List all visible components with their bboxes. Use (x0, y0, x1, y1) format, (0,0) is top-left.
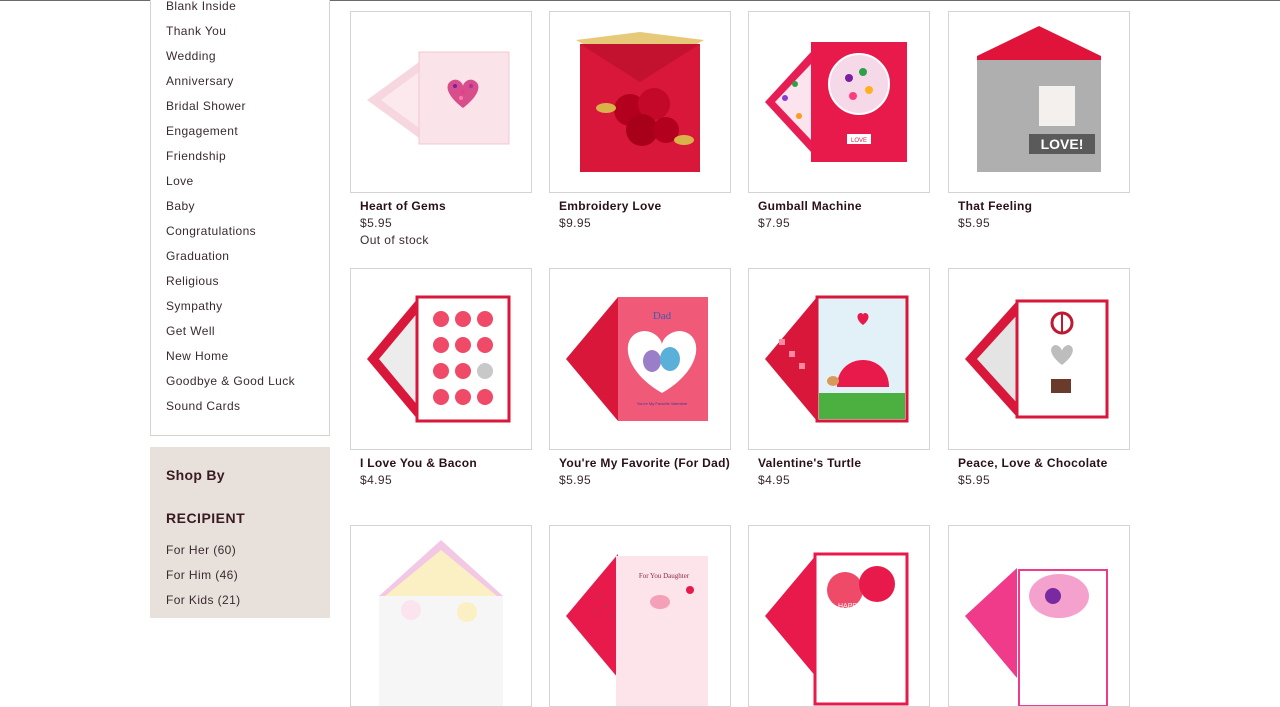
product-image-peace-love-chocolate[interactable] (948, 268, 1130, 450)
product-image-i-love-you-bacon[interactable] (350, 268, 532, 450)
product-image[interactable]: For You Daughter (549, 525, 731, 707)
recipient-link-for-him[interactable]: For Him (46) (166, 568, 241, 593)
category-link-sound-cards[interactable]: Sound Cards (166, 398, 295, 423)
turtle-card-icon (765, 295, 909, 423)
category-list: Blank Inside Thank You Wedding Anniversa… (166, 0, 295, 423)
category-link-baby[interactable]: Baby (166, 198, 295, 223)
owls-heart-card-icon: Dad You're My Favorite Valentine (566, 297, 708, 421)
product-name[interactable]: Heart of Gems (350, 199, 532, 213)
recipient-link-for-her[interactable]: For Her (60) (166, 543, 241, 568)
recipient-link-for-kids[interactable]: For Kids (21) (166, 593, 241, 618)
product-image[interactable] (948, 525, 1130, 707)
product-price: $5.95 (360, 216, 393, 230)
recipient-list: For Her (60) For Him (46) For Kids (21) (166, 543, 241, 618)
product-image-gumball-machine[interactable]: LOVE (748, 11, 930, 193)
pink-envelope-gem-heart-card-icon (367, 51, 510, 145)
card-love-label: LOVE (851, 138, 867, 144)
happy-vday-card-icon: HAPPY V DAY (765, 552, 909, 706)
card-happy-vday: HAPPY V DAY (838, 603, 884, 610)
category-link-religious[interactable]: Religious (166, 273, 295, 298)
card-daughter-text: For You Daughter (639, 572, 690, 580)
category-link-get-well[interactable]: Get Well (166, 323, 295, 348)
product-price: $5.95 (958, 473, 991, 487)
photo-love-card-icon: LOVE! (977, 26, 1101, 172)
product-card: LOVE! That Feeling $5.95 (948, 11, 1130, 230)
gumball-machine-card-icon: LOVE (765, 42, 907, 162)
category-link-sympathy[interactable]: Sympathy (166, 298, 295, 323)
product-price: $5.95 (958, 216, 991, 230)
category-link-graduation[interactable]: Graduation (166, 248, 295, 273)
category-link-friendship[interactable]: Friendship (166, 148, 295, 173)
category-link-goodbye-good-luck[interactable]: Goodbye & Good Luck (166, 373, 295, 398)
product-price: $4.95 (758, 473, 791, 487)
product-image-heart-of-gems[interactable] (350, 11, 532, 193)
product-image-valentines-turtle[interactable] (748, 268, 930, 450)
product-image-embroidery-love[interactable] (549, 11, 731, 193)
category-link-blank-inside[interactable]: Blank Inside (166, 0, 295, 23)
product-price: $9.95 (559, 216, 592, 230)
product-image-that-feeling[interactable]: LOVE! (948, 11, 1130, 193)
product-name[interactable]: I Love You & Bacon (350, 456, 532, 470)
product-card: I Love You & Bacon $4.95 (350, 268, 532, 487)
category-link-love[interactable]: Love (166, 173, 295, 198)
yellow-envelope-card-icon (379, 540, 503, 706)
category-link-congratulations[interactable]: Congratulations (166, 223, 295, 248)
stock-status: Out of stock (360, 233, 429, 247)
red-envelope-roses-card-icon (576, 32, 704, 172)
product-card: Valentine's Turtle $4.95 (748, 268, 930, 487)
top-border (329, 0, 1280, 1)
category-link-wedding[interactable]: Wedding (166, 48, 295, 73)
product-card (948, 525, 1130, 707)
product-card: LOVE Gumball Machine $7.95 (748, 11, 930, 230)
product-price: $5.95 (559, 473, 592, 487)
shop-by-heading: Shop By (166, 467, 225, 483)
daughter-bird-card-icon: For You Daughter (566, 554, 708, 706)
product-card: Peace, Love & Chocolate $5.95 (948, 268, 1130, 487)
product-card: HAPPY V DAY (748, 525, 930, 707)
hearts-grid-card-icon (367, 295, 511, 423)
product-card: Embroidery Love $9.95 (549, 11, 731, 230)
category-link-bridal-shower[interactable]: Bridal Shower (166, 98, 295, 123)
card-love-sign: LOVE! (1041, 136, 1084, 152)
product-name[interactable]: Valentine's Turtle (748, 456, 930, 470)
product-image-youre-my-favorite[interactable]: Dad You're My Favorite Valentine (549, 268, 731, 450)
category-sidebar: Blank Inside Thank You Wedding Anniversa… (150, 0, 330, 436)
shop-by-panel: Shop By RECIPIENT For Her (60) For Him (… (150, 447, 330, 618)
product-name[interactable]: You're My Favorite (For Dad) (549, 456, 731, 470)
product-card (350, 525, 532, 707)
product-name[interactable]: Embroidery Love (549, 199, 731, 213)
product-price: $4.95 (360, 473, 393, 487)
product-name[interactable]: That Feeling (948, 199, 1130, 213)
product-image[interactable] (350, 525, 532, 707)
product-name[interactable]: Peace, Love & Chocolate (948, 456, 1130, 470)
product-card: Dad You're My Favorite Valentine You're … (549, 268, 731, 487)
product-price: $7.95 (758, 216, 791, 230)
card-dad-caption: You're My Favorite Valentine (637, 401, 688, 406)
product-card: Heart of Gems $5.95 Out of stock (350, 11, 532, 247)
category-link-thank-you[interactable]: Thank You (166, 23, 295, 48)
product-card: For You Daughter (549, 525, 731, 707)
card-dad-title: Dad (653, 310, 672, 322)
recipient-heading: RECIPIENT (166, 510, 246, 526)
watercolor-flower-card-icon (965, 568, 1108, 706)
category-link-anniversary[interactable]: Anniversary (166, 73, 295, 98)
category-link-engagement[interactable]: Engagement (166, 123, 295, 148)
product-name[interactable]: Gumball Machine (748, 199, 930, 213)
product-image[interactable]: HAPPY V DAY (748, 525, 930, 707)
category-link-new-home[interactable]: New Home (166, 348, 295, 373)
peace-heart-chocolate-card-icon (965, 299, 1109, 419)
